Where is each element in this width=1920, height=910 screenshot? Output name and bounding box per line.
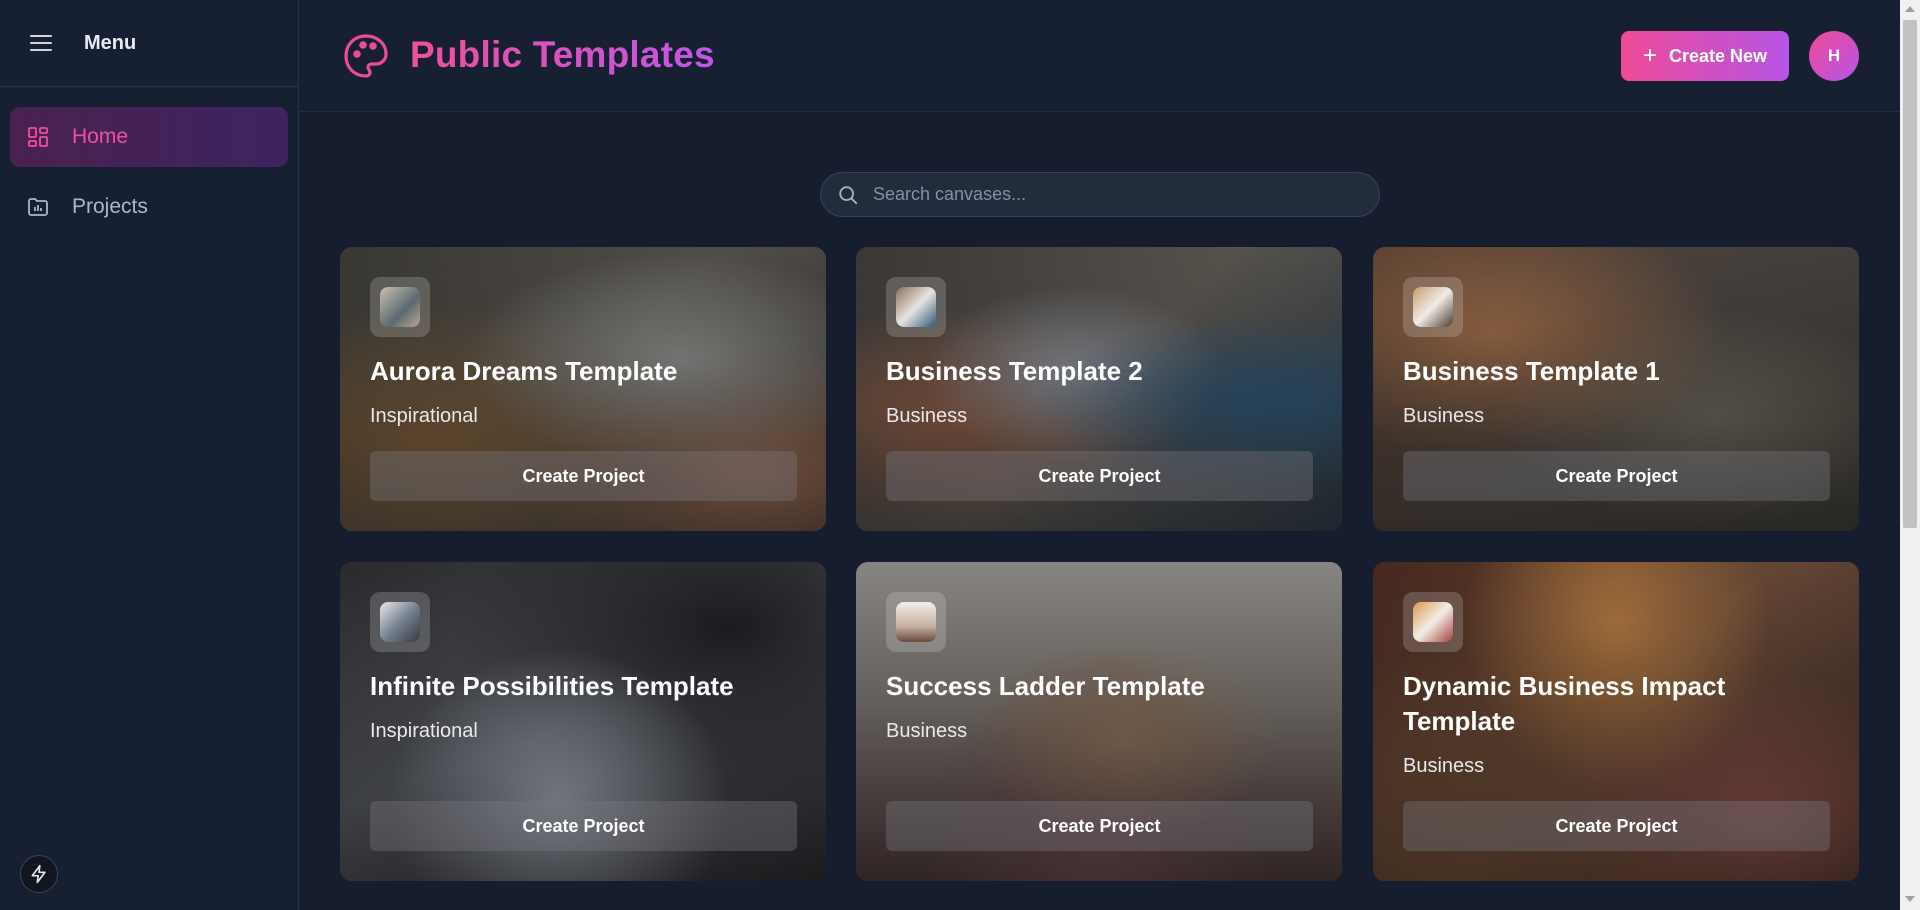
top-bar: Public Templates + Create New H — [300, 0, 1900, 112]
search-icon — [839, 185, 858, 204]
sidebar-item-projects[interactable]: Projects — [10, 177, 288, 237]
dashboard-icon — [26, 125, 50, 149]
scroll-down-arrow-icon[interactable] — [1905, 896, 1915, 902]
lightning-icon — [31, 864, 46, 884]
search-bar — [820, 172, 1380, 217]
create-project-button[interactable]: Create Project — [370, 801, 797, 851]
bolt-button[interactable] — [20, 855, 58, 893]
create-project-button[interactable]: Create Project — [886, 451, 1313, 501]
avatar[interactable]: H — [1809, 31, 1859, 81]
template-card[interactable]: Infinite Possibilities Template Inspirat… — [340, 562, 826, 881]
create-new-label: Create New — [1668, 45, 1768, 66]
sidebar-header: Menu — [0, 0, 298, 87]
sidebar-item-label: Projects — [72, 195, 148, 218]
scroll-up-arrow-icon[interactable] — [1905, 6, 1915, 12]
card-category: Inspirational — [370, 405, 478, 427]
create-project-button[interactable]: Create Project — [1403, 451, 1830, 501]
card-title: Business Template 2 — [886, 356, 1143, 386]
card-category: Inspirational — [370, 720, 478, 742]
create-project-button[interactable]: Create Project — [886, 801, 1313, 851]
template-thumbnail — [370, 277, 430, 337]
card-title: Aurora Dreams Template — [370, 356, 678, 386]
create-project-button[interactable]: Create Project — [1403, 801, 1830, 851]
template-thumbnail — [886, 592, 946, 652]
menu-toggle-icon[interactable] — [30, 35, 52, 51]
card-title: Infinite Possibilities Template — [370, 671, 734, 701]
card-title: Dynamic Business Impact Template — [1403, 671, 1726, 736]
folder-chart-icon — [26, 195, 50, 219]
template-card[interactable]: Aurora Dreams Template Inspirational Cre… — [340, 247, 826, 531]
card-title: Success Ladder Template — [886, 671, 1205, 701]
card-category: Business — [886, 720, 968, 742]
search-input[interactable] — [873, 184, 1353, 205]
menu-title: Menu — [84, 31, 137, 54]
card-category: Business — [886, 405, 968, 427]
template-card[interactable]: Business Template 1 Business Create Proj… — [1373, 247, 1859, 531]
create-project-button[interactable]: Create Project — [370, 451, 797, 501]
sidebar-item-home[interactable]: Home — [10, 107, 288, 167]
card-category: Business — [1403, 755, 1485, 777]
create-new-button[interactable]: + Create New — [1621, 31, 1789, 81]
template-thumbnail — [1403, 592, 1463, 652]
page-title: Public Templates — [410, 34, 715, 75]
sidebar: Menu Home Projects — [0, 0, 299, 910]
template-thumbnail — [370, 592, 430, 652]
card-category: Business — [1403, 405, 1485, 427]
template-card[interactable]: Success Ladder Template Business Create … — [856, 562, 1342, 881]
sidebar-nav: Home Projects — [0, 87, 298, 267]
template-card[interactable]: Business Template 2 Business Create Proj… — [856, 247, 1342, 531]
template-thumbnail — [1403, 277, 1463, 337]
template-thumbnail — [886, 277, 946, 337]
card-title: Business Template 1 — [1403, 356, 1660, 386]
plus-icon: + — [1642, 42, 1657, 69]
template-card[interactable]: Dynamic Business Impact Template Busines… — [1373, 562, 1859, 881]
scrollbar-thumb[interactable] — [1903, 20, 1917, 528]
sidebar-item-label: Home — [72, 125, 129, 148]
palette-icon — [344, 34, 388, 78]
